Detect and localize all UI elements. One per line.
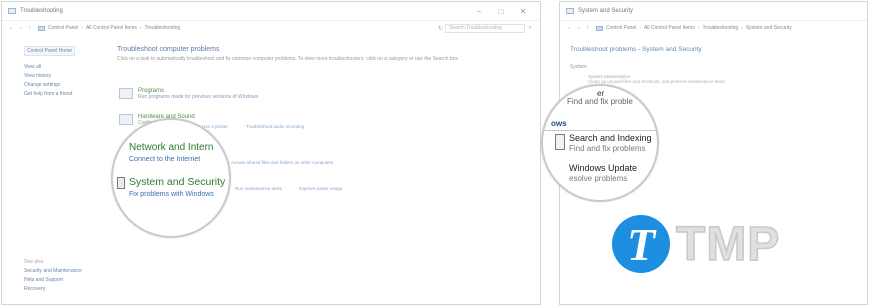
connect-internet-link[interactable]: Connect to the Internet [129,156,200,163]
see-also-help-support[interactable]: Help and Support [24,277,82,283]
category-subtitle[interactable]: Run programs made for previous versions … [138,94,258,100]
cropped-find-fix-text: Find and fix proble [567,97,633,106]
breadcrumb-item[interactable]: All Control Panel Items [86,25,137,31]
page-title: Troubleshoot problems - System and Secur… [570,46,702,53]
search-indexing-subtitle: Find and fix problems [569,144,646,153]
section-system: System [570,64,587,70]
printer-icon [119,114,133,125]
windows-update-title[interactable]: Windows Update [569,163,637,173]
title-bar: Troubleshooting – □ ✕ [2,2,540,21]
sidebar: Control Panel Home View all View history… [24,46,104,100]
search-indexing-icon [555,134,565,150]
sidebar-item-view-history[interactable]: View history [24,73,104,79]
address-bar: ← → ↑ Control Panel › All Control Panel … [2,21,540,35]
watermark-logo: T [612,215,670,273]
close-button[interactable]: ✕ [512,7,534,16]
run-maintenance-link[interactable]: Run maintenance tasks [235,186,282,191]
chevron-right-icon: › [697,25,700,31]
see-also-label: See also [24,259,44,265]
windows-update-subtitle: esolve problems [569,174,628,183]
chevron-right-icon: › [741,25,743,31]
network-internet-title[interactable]: Network and Intern [129,142,214,153]
system-security-title[interactable]: System and Security [129,176,225,188]
main-content: Troubleshoot computer problems Click on … [117,46,537,76]
system-security-icon [117,177,125,189]
sidebar-item-home[interactable]: Control Panel Home [24,46,76,56]
see-also-security-maintenance[interactable]: Security and Maintenance [24,268,82,274]
breadcrumb-item[interactable]: All Control Panel Items [644,25,695,31]
forward-arrow-icon[interactable]: → [16,25,25,31]
page-description: Click on a task to automatically trouble… [117,56,460,62]
search-input[interactable]: Search Troubleshooting [445,23,525,33]
up-arrow-icon[interactable]: ↑ [583,25,592,31]
back-arrow-icon[interactable]: ← [565,25,574,31]
title-bar: System and Security [560,2,867,21]
improve-power-link[interactable]: Improve power usage [299,186,342,191]
window-title: Troubleshooting [20,8,63,14]
window-title: System and Security [578,8,634,14]
control-panel-icon [566,8,574,14]
page-title: Troubleshoot computer problems [117,46,220,53]
category-programs[interactable]: Programs Run programs made for previous … [119,88,258,100]
forward-arrow-icon[interactable]: → [574,25,583,31]
search-icon[interactable]: ⌕ [525,25,535,32]
shared-files-link[interactable]: Access shared files and folders on other… [231,160,333,165]
item-subtitle: Clean up unused files and shortcuts, and… [588,79,726,84]
sidebar-item-change-settings[interactable]: Change settings [24,82,104,88]
watermark: T TMP [612,215,780,273]
sidebar-item-view-all[interactable]: View all [24,64,104,70]
section-divider [543,130,657,131]
see-also-panel: See also Security and Maintenance Help a… [24,259,82,295]
see-also-recovery[interactable]: Recovery [24,286,82,292]
magnifier-search-update: er Find and fix proble ows Search and In… [541,84,659,202]
maximize-button[interactable]: □ [490,7,512,16]
chevron-right-icon: › [639,25,641,31]
folder-icon [596,25,603,31]
item-system-maintenance[interactable]: System Maintenance Clean up unused files… [588,74,725,84]
programs-icon [119,88,133,99]
chevron-right-icon: › [81,25,83,31]
back-arrow-icon[interactable]: ← [7,25,16,31]
magnifier-network-system: Network and Intern Connect to the Intern… [111,118,231,238]
up-arrow-icon[interactable]: ↑ [25,25,34,31]
refresh-icon[interactable]: ↻ [436,25,445,32]
troubleshooting-window: Troubleshooting – □ ✕ ← → ↑ Control Pane… [1,1,541,305]
breadcrumb[interactable]: Control Panel › All Control Panel Items … [38,25,436,31]
minimize-button[interactable]: – [468,7,490,16]
breadcrumb-item[interactable]: Troubleshooting [703,25,739,31]
windows-section-label: ows [551,119,567,128]
breadcrumb-item[interactable]: Troubleshooting [145,25,181,31]
screenshot-stage: Troubleshooting – □ ✕ ← → ↑ Control Pane… [0,0,869,306]
troubleshoot-audio-link[interactable]: Troubleshoot audio recording [246,124,304,129]
breadcrumb-item[interactable]: System and Security [746,25,792,31]
breadcrumb-item[interactable]: Control Panel [48,25,78,31]
breadcrumb[interactable]: Control Panel › All Control Panel Items … [596,25,862,31]
chevron-right-icon: › [139,25,142,31]
search-indexing-title[interactable]: Search and Indexing [569,133,652,143]
watermark-text: TMP [675,217,781,272]
sidebar-item-get-help[interactable]: Get help from a friend [24,91,104,97]
fix-windows-problems-link[interactable]: Fix problems with Windows [129,191,214,198]
control-panel-icon [8,8,16,14]
breadcrumb-item[interactable]: Control Panel [606,25,636,31]
folder-icon [38,25,45,31]
address-bar: ← → ↑ Control Panel › All Control Panel … [560,21,867,35]
